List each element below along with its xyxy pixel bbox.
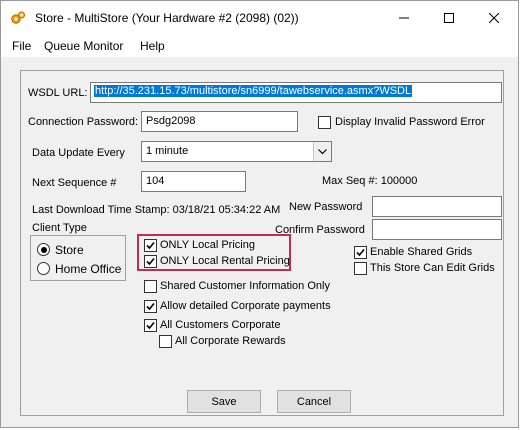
radio-selected-dot	[40, 246, 47, 253]
connection-password-input[interactable]: Psdg2098	[141, 111, 298, 132]
window-title: Store - MultiStore (Your Hardware #2 (20…	[35, 11, 299, 25]
settings-panel: WSDL URL: http://35.231.15.73/multistore…	[20, 70, 504, 416]
shared-customer-info-checkbox[interactable]	[144, 280, 157, 293]
all-corporate-rewards-checkbox[interactable]	[159, 335, 172, 348]
checkmark-icon	[356, 248, 365, 257]
display-invalid-password-label: Display Invalid Password Error	[335, 116, 485, 128]
wsdl-url-value: http://35.231.15.73/multistore/sn6999/ta…	[94, 85, 413, 97]
next-sequence-input[interactable]: 104	[141, 171, 246, 192]
title-bar: Store - MultiStore (Your Hardware #2 (20…	[1, 1, 518, 35]
minimize-button[interactable]	[381, 1, 426, 35]
close-button[interactable]	[471, 1, 516, 35]
store-radio[interactable]	[37, 243, 50, 256]
all-customers-corporate-checkbox[interactable]	[144, 319, 157, 332]
menu-help[interactable]: Help	[140, 39, 165, 53]
client-area: WSDL URL: http://35.231.15.73/multistore…	[1, 57, 518, 427]
close-icon	[488, 13, 499, 23]
menu-file[interactable]: File	[12, 39, 31, 53]
store-can-edit-grids-checkbox[interactable]	[354, 262, 367, 275]
only-local-rental-pricing-checkbox[interactable]	[144, 255, 157, 268]
only-local-pricing-label: ONLY Local Pricing	[160, 239, 255, 251]
checkmark-icon	[146, 321, 155, 330]
display-invalid-password-checkbox[interactable]	[318, 116, 331, 129]
minimize-icon	[398, 17, 409, 19]
home-office-radio-label: Home Office	[55, 262, 122, 276]
store-radio-label: Store	[55, 243, 84, 257]
maximize-button[interactable]	[426, 1, 471, 35]
confirm-password-input[interactable]	[372, 219, 502, 240]
chevron-down-icon	[313, 142, 331, 161]
max-sequence-text: Max Seq #: 100000	[322, 175, 418, 187]
checkmark-icon	[146, 241, 155, 250]
store-can-edit-grids-label: This Store Can Edit Grids	[370, 262, 495, 274]
wsdl-url-input[interactable]: http://35.231.15.73/multistore/sn6999/ta…	[90, 82, 502, 103]
checkmark-icon	[146, 257, 155, 266]
menu-bar: File Queue Monitor Help	[1, 35, 518, 57]
next-sequence-label: Next Sequence #	[32, 177, 117, 189]
client-type-group: Store Home Office	[30, 235, 126, 281]
new-password-input[interactable]	[372, 196, 502, 217]
menu-queue-monitor[interactable]: Queue Monitor	[44, 39, 123, 53]
last-download-timestamp: Last Download Time Stamp: 03/18/21 05:34…	[32, 204, 281, 216]
new-password-label: New Password	[289, 201, 363, 213]
data-update-select[interactable]: 1 minute	[141, 141, 332, 162]
allow-detailed-payments-label: Allow detailed Corporate payments	[160, 300, 331, 312]
allow-detailed-payments-checkbox[interactable]	[144, 300, 157, 313]
all-customers-corporate-label: All Customers Corporate	[160, 319, 281, 331]
gears-icon	[11, 11, 25, 24]
home-office-radio[interactable]	[37, 262, 50, 275]
only-local-pricing-checkbox[interactable]	[144, 239, 157, 252]
data-update-label: Data Update Every	[32, 147, 125, 159]
data-update-value: 1 minute	[146, 145, 189, 157]
connection-password-label: Connection Password:	[28, 116, 139, 128]
enable-shared-grids-label: Enable Shared Grids	[370, 246, 473, 258]
client-type-label: Client Type	[32, 222, 87, 234]
enable-shared-grids-checkbox[interactable]	[354, 246, 367, 259]
checkmark-icon	[146, 302, 155, 311]
save-button[interactable]: Save	[187, 390, 261, 413]
maximize-icon	[443, 13, 454, 23]
app-window: Store - MultiStore (Your Hardware #2 (20…	[0, 0, 519, 428]
wsdl-url-label: WSDL URL:	[28, 87, 88, 99]
all-corporate-rewards-label: All Corporate Rewards	[175, 335, 286, 347]
only-local-rental-pricing-label: ONLY Local Rental Pricing	[160, 255, 290, 267]
cancel-button[interactable]: Cancel	[277, 390, 351, 413]
shared-customer-info-label: Shared Customer Information Only	[160, 280, 330, 292]
